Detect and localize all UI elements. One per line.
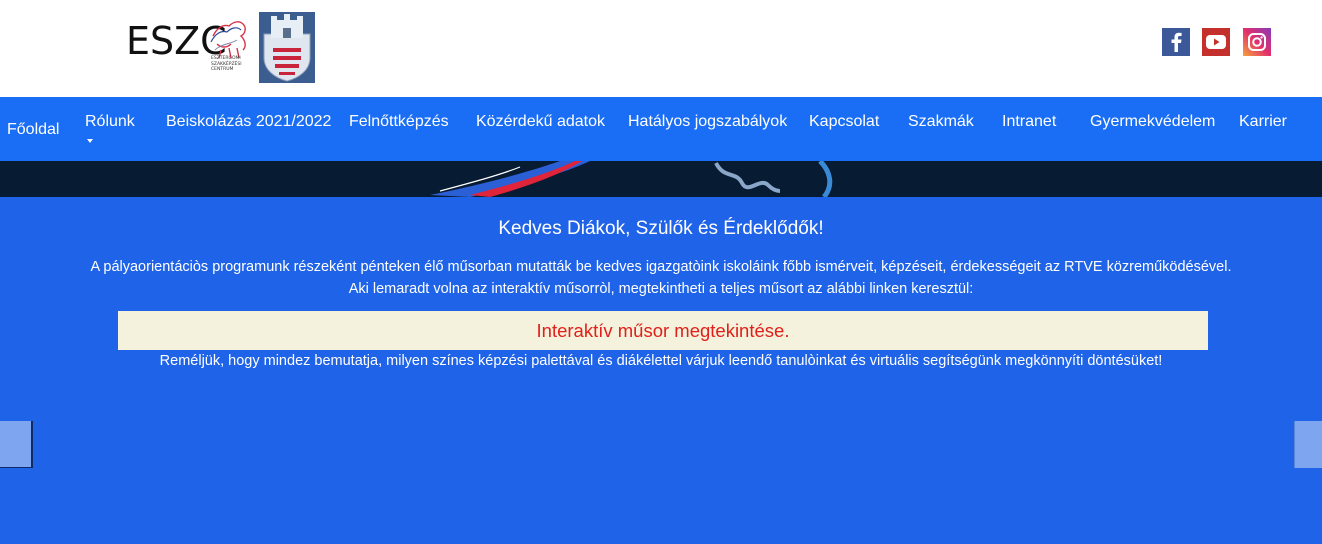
coat-of-arms-icon [259, 12, 315, 83]
nav-item-szakmak[interactable]: Szakmák [908, 112, 974, 132]
nav-item-kozerdeku-adatok[interactable]: Közérdekű adatok [476, 112, 605, 132]
nav-item-hatalyos-jogszabalyok[interactable]: Hatályos jogszabályok [628, 112, 787, 132]
announcement-heading: Kedves Diákok, Szülők és Érdeklődők! [498, 218, 824, 239]
nav-item-gyermekvedelem[interactable]: Gyermekvédelem [1090, 112, 1215, 132]
instagram-icon[interactable] [1243, 28, 1271, 56]
nav-item-kapcsolat[interactable]: Kapcsolat [809, 112, 879, 132]
slider-next-button[interactable] [1294, 421, 1322, 468]
nav-item-karrier[interactable]: Karrier [1239, 112, 1287, 132]
slider-prev-button[interactable] [0, 421, 33, 468]
nav-item-intranet[interactable]: Intranet [1002, 112, 1056, 132]
announcement-section: Kedves Diákok, Szülők és Érdeklődők! A p… [0, 197, 1322, 544]
announcement-paragraph-2: Aki lemaradt volna az interaktív műsorrò… [348, 281, 974, 297]
nav-item-beiskolazas[interactable]: Beiskolázás 2021/2022 [166, 112, 331, 132]
logo-subtitle: ESZTERGOMI SZAKKÉPZÉSI CENTRUM [211, 56, 242, 72]
announcement-paragraph-3: Reméljük, hogy mindez bemutatja, milyen … [159, 353, 1163, 369]
nav-item-rolunk[interactable]: Rólunk [85, 112, 135, 132]
nav-item-fooldal[interactable]: Főoldal [7, 120, 59, 140]
site-header: ESZC ESZTERGOMI SZAKKÉPZÉSI CENTRUM [0, 0, 1322, 97]
nav-item-felnottkepzes[interactable]: Felnőttképzés [349, 112, 449, 132]
main-navigation: Főoldal Rólunk Beiskolázás 2021/2022 Fel… [0, 97, 1322, 161]
facebook-icon[interactable] [1162, 28, 1190, 56]
interactive-show-link[interactable]: Interaktív műsor megtekintése. [537, 311, 790, 350]
youtube-icon[interactable] [1202, 28, 1230, 56]
announcement-paragraph-1: A pályaorientáciòs programunk részeként … [90, 259, 1232, 275]
hero-banner-image [0, 161, 1322, 197]
link-box: Interaktív műsor megtekintése. [118, 311, 1208, 350]
banner-artwork [430, 161, 833, 197]
chevron-down-icon[interactable] [87, 139, 93, 143]
